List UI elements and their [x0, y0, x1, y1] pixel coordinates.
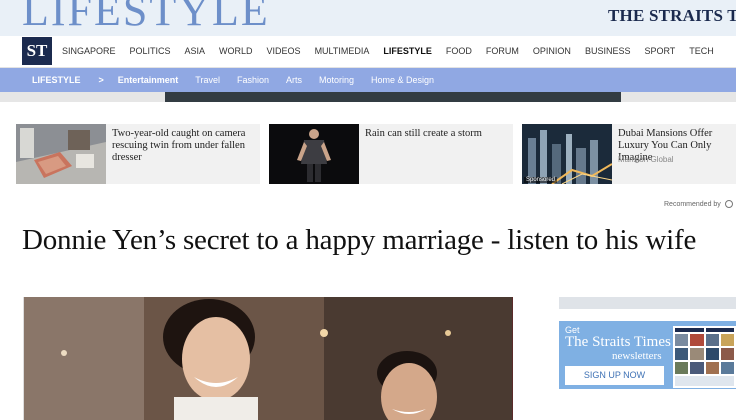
subnav-item-travel[interactable]: Travel [195, 75, 220, 85]
nav-item-videos[interactable]: VIDEOS [267, 46, 301, 56]
recommended-thumbnail-1[interactable] [16, 124, 106, 184]
nav-item-tech[interactable]: TECH [689, 46, 714, 56]
newsletter-promo[interactable]: Get The Straits Times newsletters SIGN U… [559, 321, 736, 389]
recommended-thumbnail-3[interactable]: Sponsored [522, 124, 612, 184]
outbrain-logo-icon [724, 200, 733, 208]
newsletter-preview-image [673, 326, 736, 388]
subnav-item-home-design[interactable]: Home & Design [371, 75, 434, 85]
st-logo-icon[interactable]: ST [22, 37, 52, 65]
nav-item-world[interactable]: WORLD [219, 46, 253, 56]
section-title[interactable]: LIFESTYLE [22, 0, 270, 36]
nav-item-politics[interactable]: POLITICS [130, 46, 171, 56]
subnav-item-motoring[interactable]: Motoring [319, 75, 354, 85]
sidebar-top-bar [559, 297, 736, 309]
main-nav-items: SINGAPORE POLITICS ASIA WORLD VIDEOS MUL… [62, 37, 728, 65]
recommended-title-2[interactable]: Rain can still create a storm [365, 128, 509, 140]
sub-nav: LIFESTYLE > Entertainment Travel Fashion… [0, 68, 736, 92]
recommended-by-label[interactable]: Recommended by [664, 200, 733, 208]
newsletter-subtitle: newsletters [612, 350, 662, 362]
couple-photo-icon [24, 297, 512, 420]
article-headline: Donnie Yen’s secret to a happy marriage … [22, 224, 697, 256]
recommended-thumbnail-2[interactable] [269, 124, 359, 184]
performer-photo-icon [269, 124, 359, 184]
recommended-card-3[interactable]: Sponsored Dubai Mansions Offer Luxury Yo… [522, 124, 736, 184]
nav-item-food[interactable]: FOOD [446, 46, 472, 56]
subnav-item-arts[interactable]: Arts [286, 75, 302, 85]
recommended-by-text: Recommended by [664, 200, 721, 208]
chevron-right-icon: > [98, 75, 104, 85]
recommended-title-1[interactable]: Two-year-old caught on camera rescuing t… [112, 128, 256, 164]
city-skyline-icon [522, 124, 612, 184]
nav-item-forum[interactable]: FORUM [486, 46, 519, 56]
nav-item-multimedia[interactable]: MULTIMEDIA [315, 46, 370, 56]
recommended-card-2[interactable]: Rain can still create a storm [269, 124, 513, 184]
newsletter-title: The Straits Times [565, 334, 671, 350]
sponsored-badge: Sponsored [524, 177, 558, 183]
newsletter-thumbnails-icon [673, 326, 736, 388]
subnav-item-entertainment[interactable]: Entertainment [118, 75, 179, 85]
top-banner: LIFESTYLE THE STRAITS TIMES [0, 0, 736, 36]
nav-item-business[interactable]: BUSINESS [585, 46, 631, 56]
nursery-photo-icon [16, 124, 106, 184]
article-hero-image[interactable] [23, 297, 513, 420]
nav-item-opinion[interactable]: OPINION [533, 46, 571, 56]
subnav-item-fashion[interactable]: Fashion [237, 75, 269, 85]
subnav-section-lifestyle[interactable]: LIFESTYLE [32, 75, 81, 85]
ad-banner[interactable] [165, 92, 621, 102]
nav-item-singapore[interactable]: SINGAPORE [62, 46, 116, 56]
nav-item-asia[interactable]: ASIA [185, 46, 206, 56]
recommended-source-3: Mansion Global [618, 155, 674, 164]
masthead-logo[interactable]: THE STRAITS TIMES [608, 6, 736, 26]
recommended-card-1[interactable]: Two-year-old caught on camera rescuing t… [16, 124, 260, 184]
newsletter-signup-button[interactable]: SIGN UP NOW [565, 366, 664, 385]
nav-item-lifestyle[interactable]: LIFESTYLE [383, 46, 432, 56]
nav-item-sport[interactable]: SPORT [644, 46, 675, 56]
